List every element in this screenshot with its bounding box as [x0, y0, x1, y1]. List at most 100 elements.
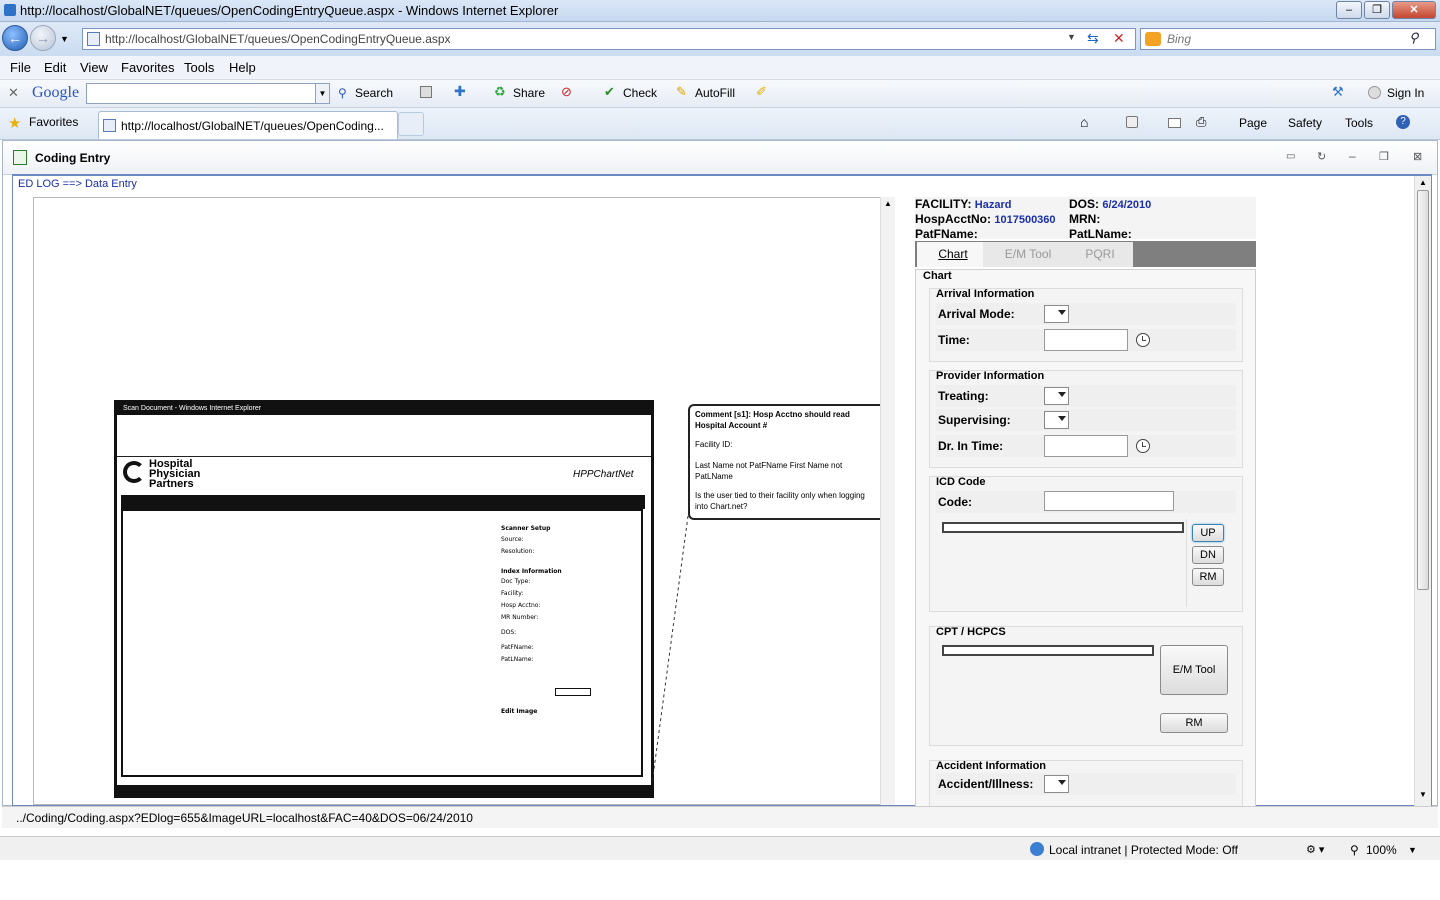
search-field[interactable]: Bing ⚲ — [1140, 28, 1436, 50]
icd-code-list[interactable] — [942, 522, 1184, 533]
highlighter-icon[interactable]: ✐ — [756, 84, 767, 100]
tab-pqri[interactable]: PQRI — [1067, 242, 1133, 267]
viewer-scrollbar[interactable]: ▲ — [880, 197, 895, 805]
icd-code-input[interactable] — [1044, 491, 1174, 511]
em-tool-button[interactable]: E/M Tool — [1160, 645, 1228, 695]
page-menu[interactable]: Page — [1239, 116, 1267, 130]
new-tab-button[interactable] — [398, 112, 424, 136]
feeds-icon[interactable] — [1126, 116, 1138, 128]
minimize-button[interactable]: – — [1336, 1, 1362, 19]
help-icon[interactable]: ? — [1396, 115, 1410, 129]
tab-em-tool[interactable]: E/M Tool — [983, 242, 1073, 267]
icd-title: ICD Code — [936, 476, 986, 488]
home-icon[interactable]: ⌂ — [1080, 114, 1088, 130]
page-scrollbar[interactable]: ▲ ▼ — [1414, 176, 1431, 806]
safety-menu[interactable]: Safety — [1288, 116, 1322, 130]
google-dropdown-icon[interactable]: ▼ — [315, 84, 329, 103]
window-title-bar: http://localhost/GlobalNET/queues/OpenCo… — [0, 0, 1440, 22]
close-window-button[interactable]: ✕ — [1392, 1, 1436, 19]
intranet-icon — [1030, 842, 1044, 856]
arrival-time-row: Time: — [936, 329, 1236, 351]
arrival-title: Arrival Information — [936, 288, 1035, 300]
arrival-time-input[interactable] — [1044, 329, 1128, 351]
scan-label: Facility: — [501, 590, 524, 597]
bookmarks-icon[interactable] — [420, 86, 432, 98]
address-bar-row: ← → ▼ http://localhost/GlobalNET/queues/… — [0, 22, 1440, 56]
scroll-down-icon[interactable]: ▼ — [1419, 790, 1427, 799]
scan-logo-icon — [123, 461, 145, 483]
tab-title: http://localhost/GlobalNET/queues/OpenCo… — [121, 119, 384, 133]
clock-icon[interactable] — [1136, 439, 1150, 453]
menu-file[interactable]: File — [10, 60, 31, 75]
menu-favorites[interactable]: Favorites — [121, 60, 174, 75]
tab-chart[interactable]: Chart — [917, 242, 989, 267]
security-zone[interactable]: Local intranet | Protected Mode: Off — [1049, 843, 1238, 857]
maximize-button[interactable]: ❐ — [1364, 1, 1390, 19]
menu-tools[interactable]: Tools — [184, 60, 214, 75]
scan-button-shape — [555, 688, 591, 696]
link-status-bar: ../Coding/Coding.aspx?EDlog=655&ImageURL… — [2, 806, 1438, 828]
clock-icon[interactable] — [1136, 333, 1150, 347]
dr-in-time-input[interactable] — [1044, 435, 1128, 457]
protected-mode-icon[interactable]: ⚙ ▾ — [1306, 843, 1324, 856]
scan-label: MR Number: — [501, 614, 539, 621]
menu-edit[interactable]: Edit — [44, 60, 66, 75]
google-logo: Google — [32, 84, 80, 101]
favorites-button[interactable]: Favorites — [29, 115, 78, 129]
icd-up-button[interactable]: UP — [1192, 524, 1224, 542]
scroll-up-icon[interactable]: ▲ — [884, 199, 892, 208]
search-icon[interactable]: ⚲ — [1409, 30, 1419, 46]
scan-label: Doc Type: — [501, 578, 531, 585]
check-button[interactable]: Check — [623, 86, 657, 100]
back-button[interactable]: ← — [2, 25, 28, 51]
scan-label: Index Information — [501, 568, 562, 575]
cpt-section: CPT / HCPCS E/M Tool RM — [929, 626, 1243, 746]
breadcrumb[interactable]: ED LOG ==> Data Entry — [18, 178, 137, 190]
refresh-icon[interactable]: ⇆ — [1087, 30, 1099, 47]
forward-button[interactable]: → — [30, 25, 56, 51]
share-button[interactable]: Share — [513, 86, 545, 100]
stop-icon[interactable]: ✕ — [1113, 30, 1125, 47]
supervising-select[interactable] — [1044, 411, 1069, 429]
menu-view[interactable]: View — [80, 60, 108, 75]
icd-remove-button[interactable]: RM — [1192, 568, 1224, 586]
treating-select[interactable] — [1044, 387, 1069, 405]
zoom-level[interactable]: 100% — [1366, 843, 1397, 857]
icd-down-button[interactable]: DN — [1192, 546, 1224, 564]
scroll-thumb[interactable] — [1417, 190, 1429, 590]
wrench-icon[interactable]: ⚒ — [1332, 84, 1344, 100]
mrn-label: MRN: — [1069, 212, 1101, 226]
arrival-mode-select[interactable] — [1044, 305, 1069, 323]
patlname-label: PatLName: — [1069, 227, 1132, 241]
restore-portlet-icon[interactable]: ❐ — [1379, 150, 1389, 163]
google-search-button[interactable]: Search — [355, 86, 393, 100]
arrival-section: Arrival Information Arrival Mode: Time: — [929, 288, 1243, 362]
close-portlet-icon[interactable]: ⊠ — [1413, 150, 1422, 163]
tools-menu[interactable]: Tools — [1345, 116, 1373, 130]
menu-bar: File Edit View Favorites Tools Help — [0, 56, 1440, 80]
refresh-portlet-icon[interactable]: ↻ — [1317, 150, 1326, 163]
cpt-remove-button[interactable]: RM — [1160, 713, 1228, 733]
address-dropdown-icon[interactable]: ▼ — [1067, 32, 1076, 42]
scan-brand: Hospital Physician Partners — [149, 458, 201, 490]
history-dropdown-icon[interactable]: ▼ — [60, 34, 69, 44]
cpt-code-list[interactable] — [942, 645, 1154, 656]
minimize-portlet-icon[interactable]: – — [1349, 149, 1356, 163]
add-icon[interactable]: ✚ — [454, 83, 466, 100]
accident-illness-select[interactable] — [1044, 775, 1069, 793]
mail-icon[interactable] — [1168, 118, 1181, 128]
print-icon[interactable]: ⎙ — [1196, 114, 1206, 130]
menu-help[interactable]: Help — [229, 60, 256, 75]
pin-icon[interactable]: ▭ — [1286, 151, 1295, 162]
google-search-input[interactable]: ▼ — [86, 83, 330, 104]
scroll-up-icon[interactable]: ▲ — [1419, 178, 1427, 187]
popup-blocker-icon[interactable]: ⊘ — [561, 84, 572, 100]
sign-in-button[interactable]: Sign In — [1387, 86, 1424, 100]
address-field[interactable]: http://localhost/GlobalNET/queues/OpenCo… — [82, 28, 1136, 50]
browser-tab[interactable]: http://localhost/GlobalNET/queues/OpenCo… — [98, 111, 398, 139]
user-icon — [1368, 86, 1381, 99]
zoom-dropdown-icon[interactable]: ▼ — [1408, 845, 1417, 855]
close-toolbar-icon[interactable]: ✕ — [8, 85, 19, 101]
cpt-title: CPT / HCPCS — [936, 626, 1006, 638]
autofill-button[interactable]: AutoFill — [695, 86, 735, 100]
